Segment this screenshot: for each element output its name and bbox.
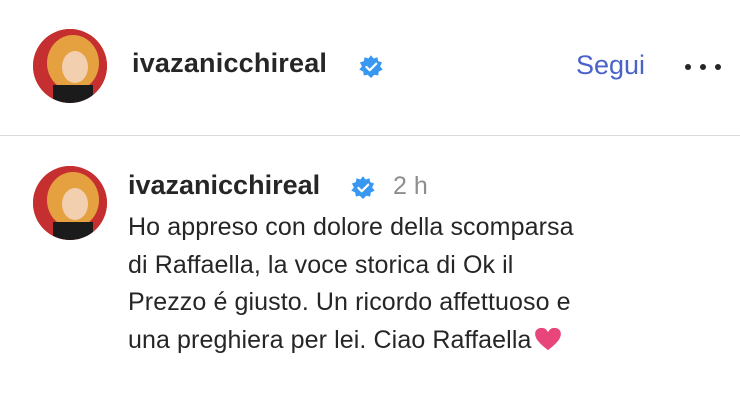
- follow-button[interactable]: Segui: [576, 50, 645, 81]
- verified-badge-icon: [351, 176, 375, 200]
- comment-line: di Raffaella, la voce storica di Ok il: [128, 250, 514, 279]
- more-options-icon[interactable]: [683, 58, 723, 78]
- comment-username[interactable]: ivazanicchireal: [128, 170, 320, 201]
- post-header: ivazanicchireal Segui: [0, 0, 740, 136]
- comment-line: una preghiera per lei. Ciao Raffaella: [128, 325, 532, 354]
- comment-line: Ho appreso con dolore della scomparsa: [128, 213, 574, 241]
- heart-emoji-icon: [534, 327, 561, 350]
- verified-badge-icon: [359, 55, 383, 79]
- comment-line-last: una preghiera per lei. Ciao Raffaella: [128, 322, 728, 360]
- header-username[interactable]: ivazanicchireal: [132, 48, 327, 79]
- comment-text: Ho appreso con dolore della scomparsa di…: [128, 209, 728, 359]
- comment-line: Prezzo é giusto. Un ricordo affettuoso e: [128, 288, 571, 316]
- avatar[interactable]: [33, 29, 107, 103]
- comment-avatar[interactable]: [33, 166, 107, 240]
- comment-timestamp: 2 h: [393, 172, 428, 200]
